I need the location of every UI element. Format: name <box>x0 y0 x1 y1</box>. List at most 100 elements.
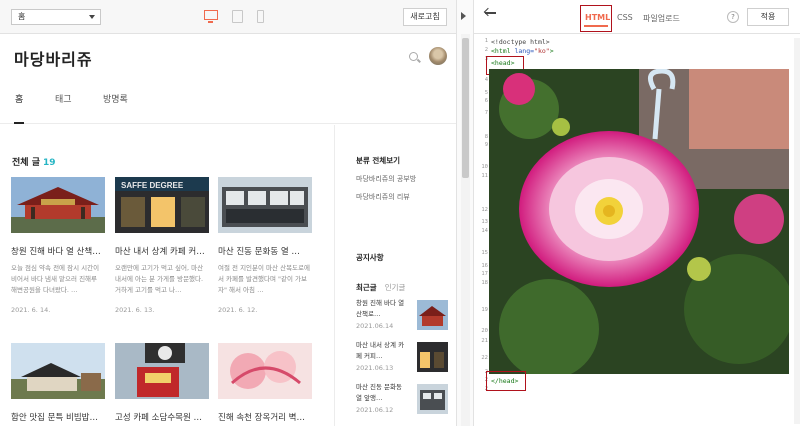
desktop-view-icon[interactable] <box>204 10 218 23</box>
line-number: 11 <box>481 173 488 179</box>
recent-post-thumbnail <box>417 342 448 372</box>
tab-popular[interactable]: 인기글 <box>385 283 406 292</box>
preview-scrollbar-thumb[interactable] <box>462 38 469 178</box>
chevron-down-icon <box>89 15 95 19</box>
post-thumbnail <box>11 177 105 233</box>
code-doctype: <!doctype html> <box>491 38 550 46</box>
post-title: 창원 진해 바다 열 산책로… <box>11 247 105 257</box>
post-date: 2021. 6. 12. <box>218 306 258 314</box>
line-number: 16 <box>481 263 488 269</box>
code-editor-pane: HTML CSS 파일업로드 ? 적용 1 2 3 4 5 6 7 8 9 10… <box>474 0 800 426</box>
code-line-doctype[interactable]: <!doctype html> <box>491 38 550 46</box>
category-heading[interactable]: 분류 전체보기 <box>356 155 400 166</box>
post-title: 함안 맛집 문특 비빔밥… <box>11 413 98 423</box>
tab-css[interactable]: CSS <box>617 13 633 22</box>
editor-toolbar: HTML CSS 파일업로드 ? 적용 <box>474 0 800 34</box>
nav-tab-tags[interactable]: 태그 <box>55 91 72 124</box>
post-title: 진해 속천 장옥거리 벽… <box>218 413 305 423</box>
post-card[interactable]: 진해 속천 장옥거리 벽… <box>218 343 312 423</box>
recent-popular-tabs: 최근글 인기글 <box>356 282 413 293</box>
post-excerpt: 오랜만에 고기가 먹고 싶어, 마산 내서에 아는 분 가게를 방문했다. 거하… <box>115 264 204 294</box>
line-number: 22 <box>481 355 488 361</box>
recent-post-thumbnail <box>417 384 448 414</box>
line-number: 5 <box>484 90 488 96</box>
code-html-close-bracket: > <box>549 47 554 55</box>
line-number: 1 <box>484 38 488 44</box>
blog-nav: 홈 태그 방명록 <box>0 91 456 124</box>
post-card[interactable]: 함안 맛집 문특 비빔밥… <box>11 343 105 423</box>
blog-preview-pane: 홈 새로고침 마당바리쥬 홈 태그 방명록 전체 글 19 창원 진해 바다 열… <box>0 0 456 426</box>
blog-header: 마당바리쥬 홈 태그 방명록 <box>0 34 456 124</box>
page-select[interactable]: 홈 <box>11 9 101 25</box>
post-title: 고성 카페 소담수목원 … <box>115 413 202 423</box>
post-card[interactable]: 창원 진해 바다 열 산책로… 오늘 점심 약속 전에 잠시 시간이 비어서 바… <box>11 177 105 314</box>
recent-post-date: 2021.06.13 <box>356 364 394 372</box>
recent-post-thumbnail <box>417 300 448 330</box>
post-date: 2021. 6. 14. <box>11 306 51 314</box>
page-select-value: 홈 <box>18 12 26 21</box>
line-number: 8 <box>484 134 488 140</box>
line-number: 2 <box>484 47 488 53</box>
sidebar: 분류 전체보기 마당바리쥬의 공부방 마당바리쥬의 리뷰 공지사항 최근글 인기글… <box>334 125 456 426</box>
post-card[interactable]: 고성 카페 소담수목원 … <box>115 343 209 423</box>
recent-post-item[interactable]: 마산 진동 문화동 열 앞앵… 2021.06.12 <box>356 382 448 418</box>
chevron-right-icon[interactable] <box>461 12 466 20</box>
post-thumbnail <box>218 343 312 399</box>
line-number: 14 <box>481 228 488 234</box>
nav-tab-home[interactable]: 홈 <box>14 91 25 124</box>
recent-post-title: 마산 내서 상계 카페 커피… <box>356 341 405 360</box>
refresh-button[interactable]: 새로고침 <box>403 8 447 26</box>
post-excerpt: 여절 전 지인분이 마산 산복도로에서 카페를 발견했다며 "같이 가보자" 해… <box>218 264 310 294</box>
post-title: 마산 진동 문화동 열 … <box>218 247 300 257</box>
line-number: 17 <box>481 271 488 277</box>
code-line-html[interactable]: <html lang="ko"> <box>491 47 554 55</box>
help-button[interactable]: ? <box>727 11 739 23</box>
html-tab-highlight-box <box>580 5 612 32</box>
editor-scrollbar[interactable] <box>794 38 800 424</box>
code-lang-value: "ko" <box>534 47 550 55</box>
post-card[interactable]: 마산 진동 문화동 열 … 여절 전 지인분이 마산 산복도로에서 카페를 발견… <box>218 177 312 314</box>
line-number: 9 <box>484 142 488 148</box>
recent-post-item[interactable]: 마산 내서 상계 카페 커피… 2021.06.13 <box>356 340 448 376</box>
category-link[interactable]: 마당바리쥬의 공부방 <box>356 174 416 184</box>
search-icon[interactable] <box>409 52 418 61</box>
post-title: 마산 내서 상계 카페 커… <box>115 247 205 257</box>
tablet-view-icon[interactable] <box>232 10 243 23</box>
notice-heading[interactable]: 공지사항 <box>356 252 384 263</box>
preview-toolbar: 홈 새로고침 <box>0 0 456 34</box>
apply-button[interactable]: 적용 <box>747 8 789 26</box>
svg-text:SAFFE DEGREE: SAFFE DEGREE <box>121 181 184 190</box>
back-arrow-icon[interactable] <box>485 12 496 14</box>
post-excerpt: 오늘 점심 약속 전에 잠시 시간이 비어서 바다 냄새 맡으러 진해루 해변공… <box>11 264 100 294</box>
post-thumbnail: SAFFE DEGREE <box>115 177 209 233</box>
post-thumbnail <box>115 343 209 399</box>
post-card[interactable]: SAFFE DEGREE 마산 내서 상계 카페 커… 오랜만에 고기가 먹고 … <box>115 177 209 314</box>
mobile-view-icon[interactable] <box>257 10 264 23</box>
line-number: 19 <box>481 307 488 313</box>
line-number: 7 <box>484 110 488 116</box>
tab-recent[interactable]: 최근글 <box>356 283 377 292</box>
head-close-highlight-box <box>486 371 526 391</box>
post-date: 2021. 6. 13. <box>115 306 155 314</box>
post-thumbnail <box>218 177 312 233</box>
tab-file-upload[interactable]: 파일업로드 <box>643 13 680 24</box>
posts-count: 19 <box>42 158 56 168</box>
post-thumbnail <box>11 343 105 399</box>
line-number: 6 <box>484 98 488 104</box>
blog-title[interactable]: 마당바리쥬 <box>14 46 93 70</box>
recent-post-date: 2021.06.12 <box>356 406 394 414</box>
line-number: 10 <box>481 164 488 170</box>
avatar[interactable] <box>429 47 447 65</box>
category-link[interactable]: 마당바리쥬의 리뷰 <box>356 192 410 202</box>
line-number: 15 <box>481 250 488 256</box>
code-lang-attr: lang= <box>514 47 535 55</box>
pasted-image-dahlia <box>489 69 789 374</box>
line-number: 13 <box>481 219 488 225</box>
posts-heading: 전체 글 19 <box>12 155 56 168</box>
recent-post-date: 2021.06.14 <box>356 322 394 330</box>
recent-post-item[interactable]: 창원 진해 바다 열 산책로… 2021.06.14 <box>356 298 448 334</box>
nav-tab-guestbook[interactable]: 방명록 <box>103 91 128 124</box>
recent-post-title: 마산 진동 문화동 열 앞앵… <box>356 383 402 402</box>
line-number: 20 <box>481 328 488 334</box>
line-number: 18 <box>481 280 488 286</box>
